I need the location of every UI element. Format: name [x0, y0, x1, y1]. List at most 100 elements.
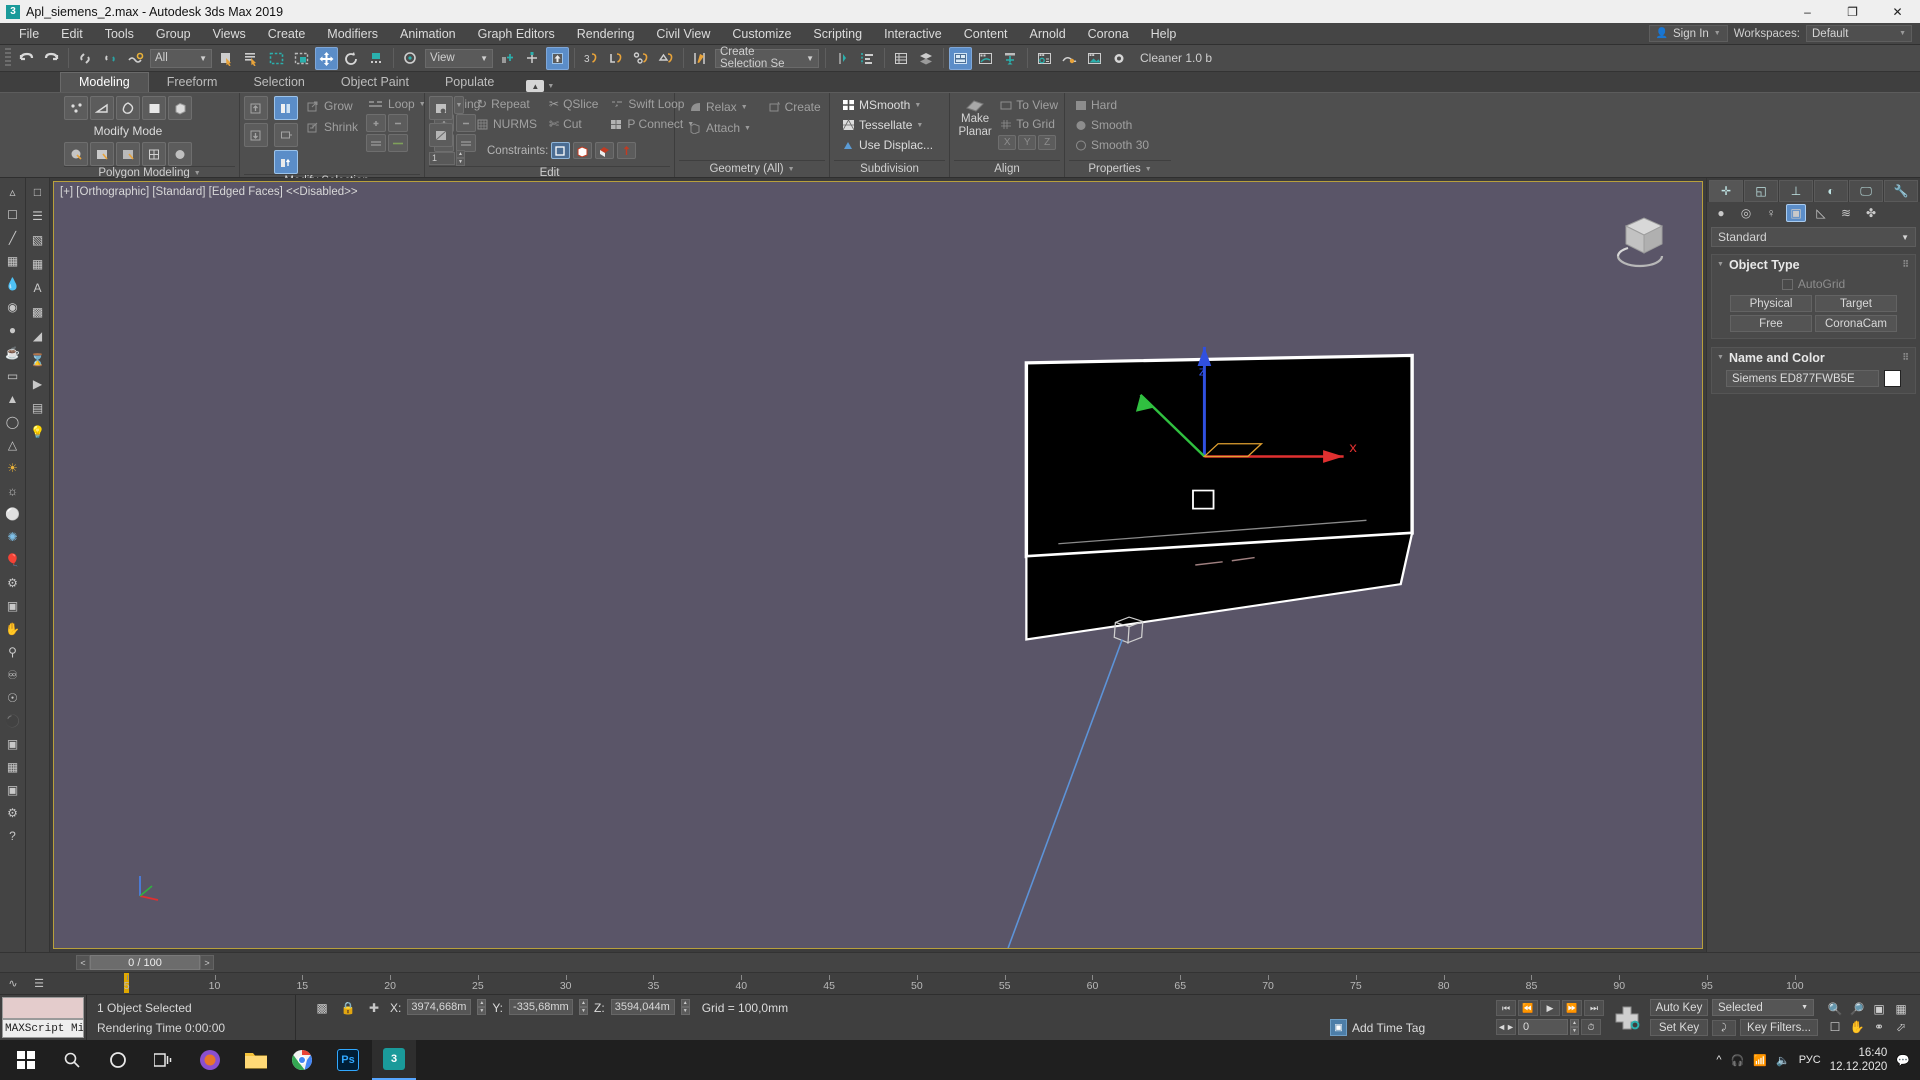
select-and-rotate-icon[interactable] [340, 47, 363, 70]
utilities-tab[interactable]: 🔧 [1884, 180, 1918, 202]
maxscript-output[interactable] [2, 997, 84, 1019]
search-icon[interactable] [50, 1040, 94, 1080]
loop-grow-icon[interactable] [366, 114, 387, 132]
scene-explorer-icon[interactable] [915, 47, 938, 70]
cortana-icon[interactable] [96, 1040, 140, 1080]
helpers-icon[interactable]: ◺ [1811, 204, 1831, 222]
lights-icon[interactable]: ♀ [1761, 204, 1781, 222]
light-bulb-icon[interactable]: 💡 [28, 422, 48, 442]
go-to-start-icon[interactable]: ⏮ [1496, 1000, 1516, 1016]
align-z-button[interactable]: Z [1038, 135, 1057, 150]
next-frame-icon[interactable]: ⏩ [1562, 1000, 1582, 1016]
absolute-relative-icon[interactable]: ✚ [364, 999, 384, 1017]
ribbon-tab-selection[interactable]: Selection [235, 73, 322, 92]
headset-icon[interactable]: 🎧 [1731, 1054, 1745, 1067]
x-spinner[interactable]: ▲ ▼ [477, 999, 487, 1015]
loop-button[interactable]: Loop ▼ [366, 96, 428, 112]
particle-icon[interactable]: ✺ [3, 527, 23, 547]
panel-title-subdivision[interactable]: Subdivision [834, 160, 945, 177]
ik-icon[interactable]: ⚲ [3, 642, 23, 662]
eyedropper-icon[interactable]: 💧 [3, 274, 23, 294]
play-tool-icon[interactable]: ▶ [28, 374, 48, 394]
name-and-color-header[interactable]: ▼ Name and Color ⠿ [1712, 348, 1915, 367]
zoom-icon[interactable]: 🔍 [1824, 1000, 1846, 1018]
zoom-extents-icon[interactable]: ▣ [1868, 1000, 1890, 1018]
key-mode-toggle-icon[interactable]: ◄► [1496, 1019, 1516, 1035]
object-type-header[interactable]: ▼ Object Type ⠿ [1712, 255, 1915, 274]
menu-graph-editors[interactable]: Graph Editors [467, 25, 566, 43]
toolbar-grip[interactable] [5, 48, 11, 68]
menu-civil-view[interactable]: Civil View [645, 25, 721, 43]
list-view-icon[interactable]: ☰ [28, 206, 48, 226]
edit-named-selection-icon[interactable] [689, 47, 712, 70]
hard-button[interactable]: Hard [1073, 97, 1119, 113]
graph-icon[interactable]: ▤ [28, 398, 48, 418]
select-and-move-icon[interactable] [315, 46, 338, 70]
select-object-icon[interactable] [215, 47, 238, 70]
loop-shift-icon[interactable] [366, 134, 387, 152]
menu-tools[interactable]: Tools [94, 25, 145, 43]
ribbon-tab-freeform[interactable]: Freeform [149, 73, 236, 92]
constraint-normal-icon[interactable] [617, 142, 637, 159]
start-icon[interactable] [4, 1040, 48, 1080]
swift-loop-tool-icon[interactable] [90, 142, 114, 166]
autogrid-row[interactable]: AutoGrid [1718, 277, 1909, 291]
3dsmax-app[interactable]: 3 [372, 1040, 416, 1080]
current-frame-input[interactable]: 0 [1518, 1019, 1568, 1035]
target-light-icon[interactable]: ☼ [3, 481, 23, 501]
x-field[interactable]: 3974,668m [407, 999, 472, 1015]
time-configuration-icon[interactable]: ⏱ [1581, 1019, 1601, 1035]
paint-connect-icon[interactable] [116, 142, 140, 166]
align-icon[interactable] [856, 47, 879, 70]
select-next-down-icon[interactable] [244, 123, 268, 147]
prev-frame-button[interactable]: < [76, 955, 90, 970]
select-tool-icon[interactable]: ▵ [3, 182, 23, 202]
repeat-button[interactable]: ↻ Repeat [475, 96, 539, 112]
ring-array-icon[interactable]: ♾ [3, 665, 23, 685]
loop-shrink-icon[interactable] [388, 114, 409, 132]
unlink-icon[interactable] [99, 47, 122, 70]
menu-create[interactable]: Create [257, 25, 317, 43]
frame-ruler[interactable]: 5 10 15 20 25 30 35 40 45 50 55 60 65 70… [52, 973, 1920, 995]
undo-icon[interactable] [15, 47, 38, 70]
object-a-icon[interactable]: A [28, 278, 48, 298]
panel-title-align[interactable]: Align [954, 160, 1060, 177]
notification-icon[interactable]: 💬 [1896, 1054, 1910, 1067]
shrink-button[interactable]: Shrink [304, 119, 360, 135]
mirror-icon[interactable] [831, 47, 854, 70]
use-displacement-button[interactable]: Use Displac... [840, 137, 935, 153]
select-link-icon[interactable] [74, 47, 97, 70]
current-frame-field[interactable]: 0 / 100 [90, 955, 200, 970]
sphere-icon[interactable]: ● [3, 320, 23, 340]
select-and-scale-icon[interactable] [365, 47, 388, 70]
layer-explorer-icon[interactable] [890, 47, 913, 70]
generate-topology-icon[interactable] [429, 96, 453, 120]
selection-lock-icon[interactable]: 🔒 [338, 999, 358, 1017]
menu-file[interactable]: File [8, 25, 50, 43]
show-cage-icon[interactable] [274, 150, 298, 174]
z-field[interactable]: 3594,044m [610, 999, 675, 1015]
tessellate-button[interactable]: Tessellate ▼ [840, 117, 925, 133]
material-editor-icon[interactable] [1033, 47, 1056, 70]
select-next-up-icon[interactable] [244, 96, 268, 120]
ribbon-tab-populate[interactable]: Populate [427, 73, 512, 92]
toggle-ribbon-icon[interactable] [949, 46, 972, 70]
topology-dropdown-icon[interactable]: ▼ [454, 96, 464, 114]
free-camera-icon[interactable]: ⚪ [3, 504, 23, 524]
play-animation-icon[interactable]: ▶ [1540, 1000, 1560, 1016]
auto-key-button[interactable]: Auto Key [1650, 999, 1708, 1016]
create-button[interactable]: Create [766, 99, 823, 115]
zoom-extents-selected-icon[interactable]: ▦ [1890, 1000, 1912, 1018]
sign-in-button[interactable]: 👤 Sign In ▼ [1648, 25, 1728, 42]
firefox-app[interactable] [188, 1040, 232, 1080]
plane-icon[interactable]: ▭ [3, 366, 23, 386]
menu-scripting[interactable]: Scripting [802, 25, 873, 43]
schematic-view-icon[interactable] [999, 47, 1022, 70]
scene-tree-icon[interactable]: ▦ [28, 254, 48, 274]
orbit-icon[interactable]: ⚭ [1868, 1018, 1890, 1036]
z-spinner[interactable]: ▲ ▼ [680, 999, 690, 1015]
maxscript-mini-listener[interactable]: MAXScript Mi [2, 1019, 84, 1038]
chrome-app[interactable] [280, 1040, 324, 1080]
coronacam-button[interactable]: CoronaCam [1815, 315, 1897, 332]
menu-edit[interactable]: Edit [50, 25, 94, 43]
